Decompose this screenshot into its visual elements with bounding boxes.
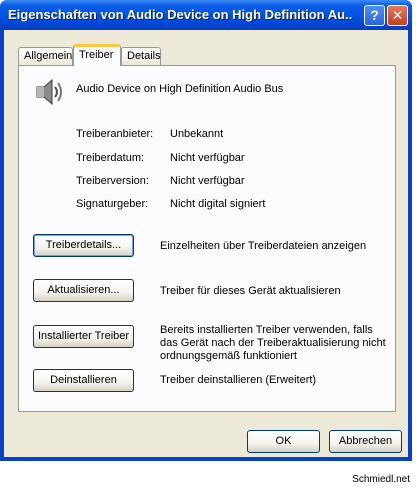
cancel-button[interactable]: Abbrechen: [329, 430, 402, 453]
site-watermark: Schmiedl.net: [352, 474, 410, 485]
update-driver-description: Treiber für dieses Gerät aktualisieren: [160, 285, 341, 297]
driver-date-value: Nicht verfügbar: [170, 152, 245, 164]
digital-signer-label: Signaturgeber:: [76, 198, 149, 210]
device-name: Audio Device on High Definition Audio Bu…: [76, 83, 284, 95]
rollback-driver-description: Bereits installierten Treiber verwenden,…: [160, 324, 386, 362]
uninstall-driver-description: Treiber deinstallieren (Erweitert): [160, 374, 317, 386]
window-title: Eigenschaften von Audio Device on High D…: [8, 7, 353, 22]
driver-details-description: Einzelheiten über Treiberdateien anzeige…: [160, 240, 367, 252]
tab-treiber[interactable]: Treiber: [73, 44, 121, 66]
update-driver-button[interactable]: Aktualisieren...: [33, 279, 134, 302]
driver-version-value: Nicht verfügbar: [170, 175, 245, 187]
speaker-icon: [36, 78, 62, 106]
tab-details[interactable]: Details: [121, 47, 161, 65]
close-button[interactable]: ✕: [387, 5, 408, 26]
driver-date-label: Treiberdatum:: [76, 152, 145, 164]
driver-provider-value: Unbekannt: [170, 128, 224, 140]
driver-provider-label: Treiberanbieter:: [76, 128, 154, 140]
ok-button[interactable]: OK: [247, 430, 320, 453]
driver-details-button[interactable]: Treiberdetails...: [33, 234, 134, 257]
properties-window: Eigenschaften von Audio Device on High D…: [0, 0, 412, 461]
help-button[interactable]: ?: [364, 5, 385, 26]
digital-signer-value: Nicht digital signiert: [170, 198, 266, 210]
tab-allgemein[interactable]: Allgemein: [18, 47, 73, 65]
uninstall-driver-button[interactable]: Deinstallieren: [33, 369, 134, 392]
dialog-client-area: Allgemein Treiber Details Audio Device o…: [4, 30, 408, 457]
driver-version-label: Treiberversion:: [76, 175, 149, 187]
rollback-driver-button[interactable]: Installierter Treiber: [33, 325, 134, 348]
driver-tab-panel: Audio Device on High Definition Audio Bu…: [18, 65, 396, 412]
title-bar[interactable]: Eigenschaften von Audio Device on High D…: [0, 0, 412, 30]
